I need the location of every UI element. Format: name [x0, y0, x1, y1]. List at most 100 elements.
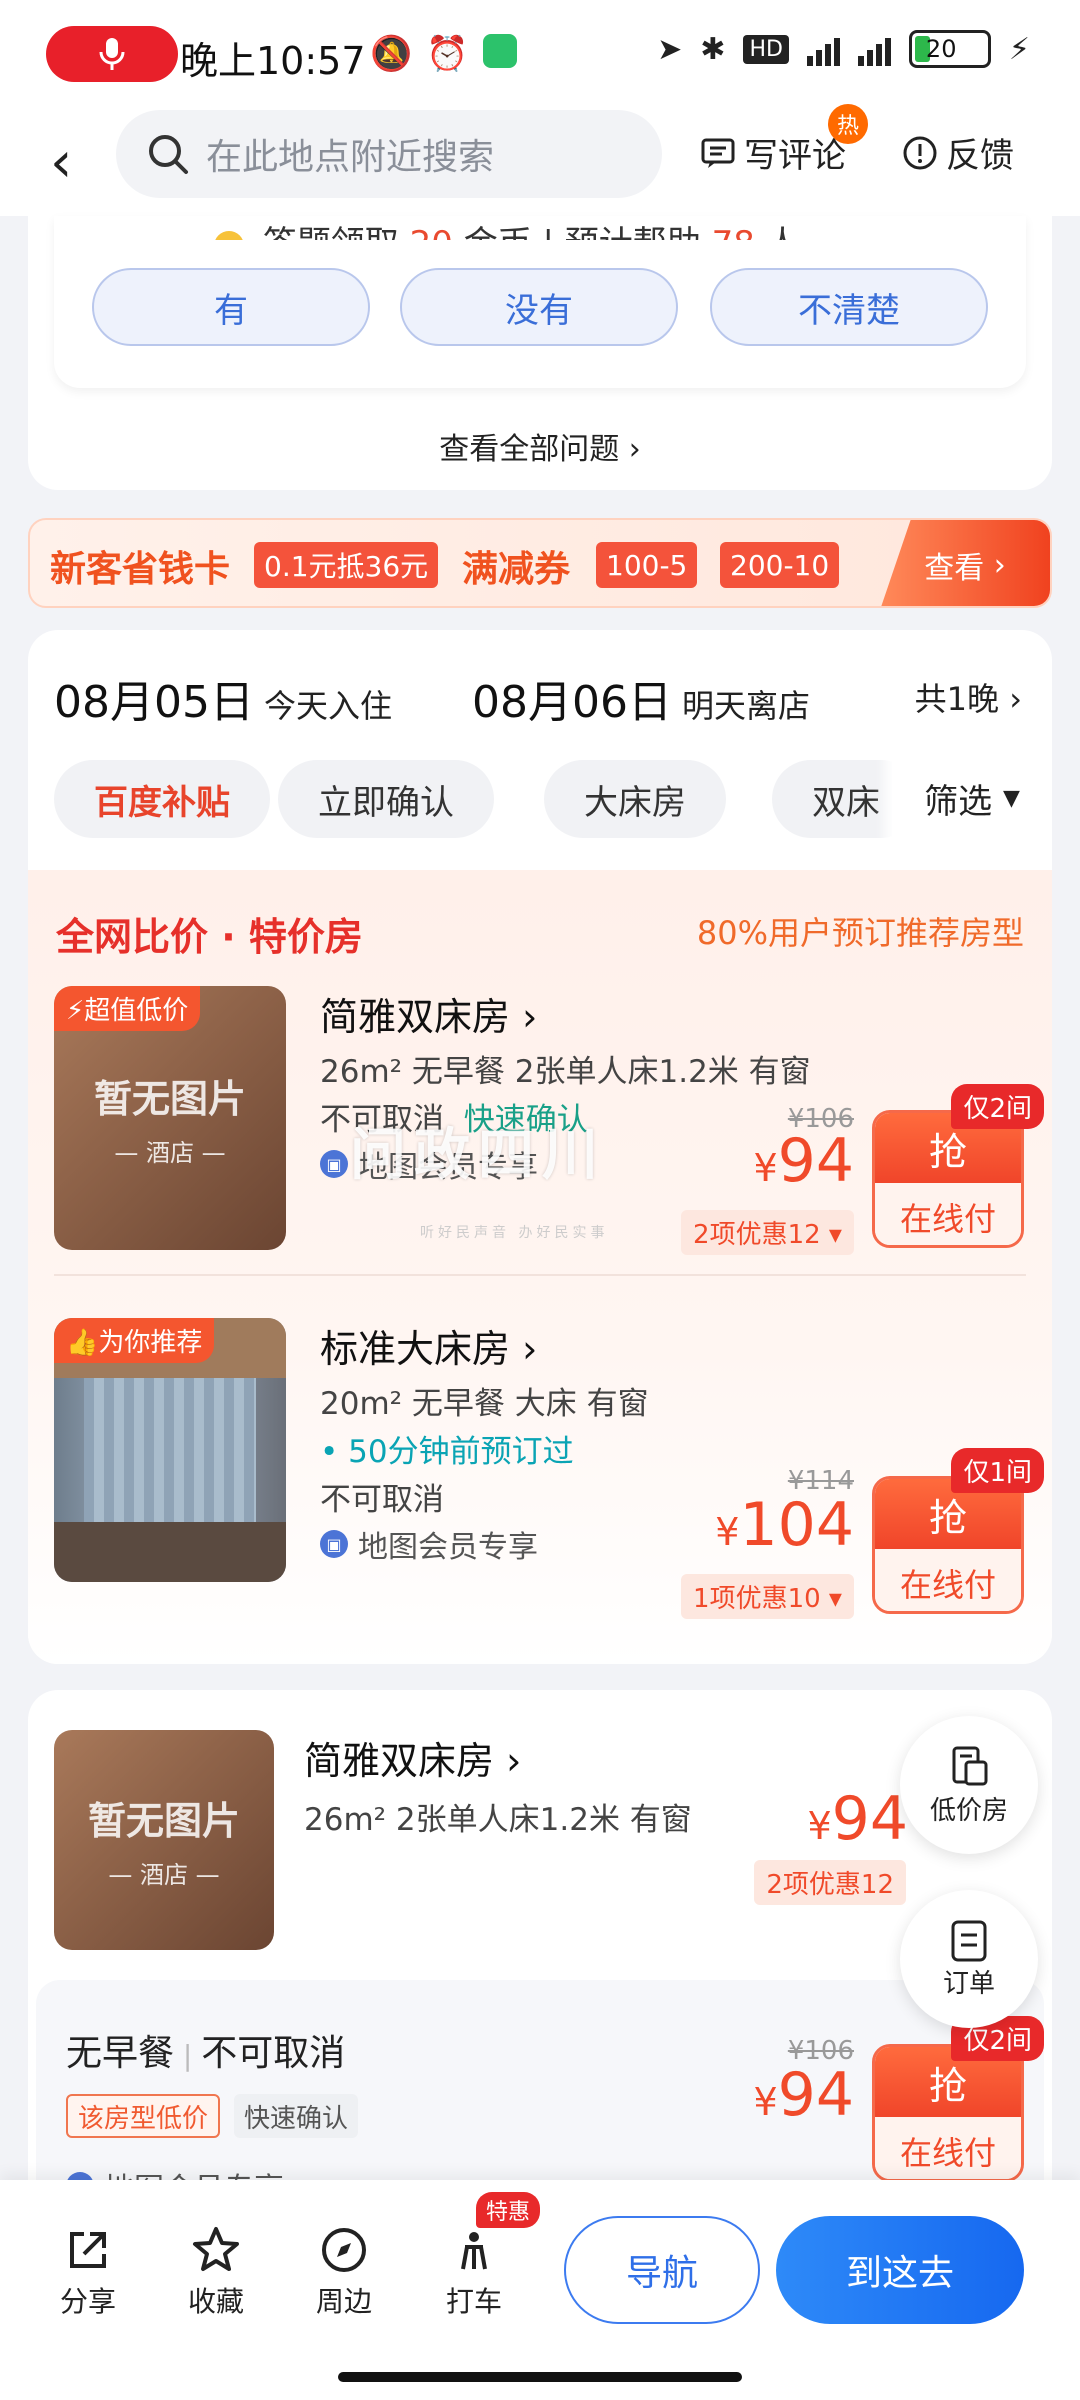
availability-badge: 仅2间: [951, 1084, 1044, 1129]
low-price-tag: 该房型低价: [66, 2094, 221, 2138]
question-inner: 答题领取 20 金币 | 预计帮助 78 人 有 没有 不清楚: [54, 216, 1026, 388]
question-reward-text: 答题领取 20 金币 | 预计帮助 78 人: [214, 216, 800, 240]
member-exclusive: ▣地图会员专享: [320, 1522, 538, 1566]
no-image-placeholder: 暂无图片 — 酒店 —: [87, 1799, 240, 1889]
mute-bell-icon: 🔕: [370, 34, 413, 74]
status-system-icons: ➤ ✱ HD 20 ⚡: [657, 30, 1030, 68]
hd-badge: HD: [743, 34, 789, 64]
gold-coin-icon: [214, 230, 244, 240]
checkout-date[interactable]: 08月06日 明天离店: [472, 666, 810, 730]
alert-icon: [903, 136, 937, 169]
status-notification-icons: 🔕 ⏰: [370, 34, 517, 74]
taxi-icon: [461, 2232, 487, 2270]
share-icon: [70, 2232, 106, 2268]
divider: [54, 1274, 1026, 1276]
help-value: 78: [712, 224, 755, 240]
go-here-button[interactable]: 到这去: [776, 2216, 1024, 2324]
recording-indicator[interactable]: [46, 26, 178, 82]
grab-button[interactable]: 抢 在线付: [872, 2044, 1024, 2182]
room-image[interactable]: 👍为你推荐: [54, 1318, 286, 1582]
discount-tag[interactable]: 1项优惠10 ▾: [681, 1574, 854, 1619]
room-desc: 26m² 无早餐 2张单人床1.2米 有窗: [320, 1054, 811, 1090]
view-all-questions-link[interactable]: 查看全部问题 ›: [28, 424, 1052, 468]
room-curtain: [84, 1378, 256, 1528]
special-rooms-section: 全网比价 · 特价房 80%用户预订推荐房型 暂无图片 — 酒店 — ⚡超值低价 …: [28, 870, 1052, 1664]
recent-booking: • 50分钟前预订过: [320, 1434, 574, 1470]
filter-instant-confirm[interactable]: 立即确认: [278, 760, 494, 838]
promo-chip-1: 0.1元抵36元: [254, 542, 439, 588]
grab-button[interactable]: 抢 在线付: [872, 1110, 1024, 1248]
rate-plan-tags: 该房型低价 快速确认: [66, 2094, 766, 2144]
filter-baidu-subsidy[interactable]: 百度补贴: [54, 760, 270, 838]
battery-icon: 20: [908, 30, 991, 68]
room-desc: 26m² 2张单人床1.2米 有窗: [304, 1802, 692, 1838]
write-review-button[interactable]: 写评论: [700, 128, 846, 177]
home-indicator[interactable]: [338, 2372, 742, 2382]
rate-plan-title: 无早餐 | 不可取消: [66, 2033, 346, 2074]
recommend-badge: 👍为你推荐: [54, 1318, 215, 1363]
status-bar: 晚上10:57 🔕 ⏰ ➤ ✱ HD 20 ⚡: [0, 0, 1080, 110]
signal-icon: [806, 32, 840, 66]
room-item[interactable]: 👍为你推荐 标准大床房 › 20m² 无早餐 大床 有窗 • 50分钟前预订过 …: [28, 1318, 1052, 1638]
room-price: ¥94: [753, 2060, 854, 2130]
promo-banner[interactable]: 新客省钱卡 0.1元抵36元 满减券 100-5 200-10 查看 ›: [28, 518, 1052, 608]
filter-button[interactable]: 筛选 ▼: [892, 748, 1052, 848]
room-image[interactable]: 暂无图片 — 酒店 —: [54, 1730, 274, 1950]
promo-title: 新客省钱卡: [50, 549, 231, 590]
discount-tag[interactable]: 2项优惠12: [754, 1860, 906, 1905]
search-icon: [149, 135, 188, 174]
feedback-button[interactable]: 反馈: [902, 128, 1014, 177]
availability-badge: 仅1间: [951, 1448, 1044, 1493]
grab-button[interactable]: 抢 在线付: [872, 1476, 1024, 1614]
low-price-float-button[interactable]: 低价房: [900, 1716, 1038, 1854]
feedback-label: 反馈: [946, 136, 1014, 176]
bottom-action-bar: 分享 收藏 周边 打车 特惠 导航 到这去: [0, 2180, 1080, 2400]
quick-confirm-tag: 快速确认: [234, 2094, 359, 2138]
chevron-right-icon: ›: [628, 432, 641, 467]
taxi-button[interactable]: 打车: [424, 2220, 524, 2320]
value-badge: ⚡超值低价: [54, 986, 201, 1031]
room-name[interactable]: 简雅双床房 ›: [304, 1730, 521, 1785]
answer-unsure-button[interactable]: 不清楚: [710, 268, 988, 346]
room-image[interactable]: 暂无图片 — 酒店 — ⚡超值低价: [54, 986, 286, 1250]
member-icon: ▣: [320, 1530, 348, 1558]
orders-float-button[interactable]: 订单: [900, 1890, 1038, 2028]
room-price: ¥94: [753, 1126, 854, 1196]
share-button[interactable]: 分享: [38, 2220, 138, 2320]
promo-chip-3: 200-10: [720, 542, 840, 588]
compass-icon: [322, 2228, 366, 2272]
checkin-date[interactable]: 08月05日 今天入住: [54, 666, 392, 730]
promo-title-2: 满减券: [462, 549, 571, 590]
status-time: 晚上10:57: [180, 39, 366, 83]
favorite-button[interactable]: 收藏: [166, 2220, 266, 2320]
room-price: ¥104: [715, 1490, 854, 1560]
location-icon: ➤: [657, 31, 683, 67]
room-name[interactable]: 标准大床房 ›: [320, 1318, 537, 1373]
member-icon: ▣: [320, 1150, 348, 1178]
search-input[interactable]: 在此地点附近搜索: [116, 110, 662, 198]
charging-icon: ⚡: [1008, 31, 1030, 67]
navigate-button[interactable]: 导航: [564, 2216, 760, 2324]
answer-no-button[interactable]: 没有: [400, 268, 678, 346]
answer-yes-button[interactable]: 有: [92, 268, 370, 346]
special-title: 全网比价 · 特价房: [56, 915, 363, 959]
special-offer-badge: 特惠: [476, 2192, 541, 2228]
room-name[interactable]: 简雅双床房 ›: [320, 986, 537, 1041]
nearby-button[interactable]: 周边: [294, 2220, 394, 2320]
question-card: 答题领取 20 金币 | 预计帮助 78 人 有 没有 不清楚 查看全部问题 ›: [28, 216, 1052, 490]
caret-down-icon: ▼: [1002, 785, 1020, 811]
discount-tag[interactable]: 2项优惠12 ▾: [681, 1210, 854, 1255]
back-button[interactable]: ‹: [50, 130, 72, 195]
nights-selector[interactable]: 共1晚 ›: [915, 674, 1022, 720]
room-furniture: [54, 1522, 286, 1582]
room-price: ¥94: [807, 1784, 908, 1854]
comment-icon: [701, 138, 735, 168]
alarm-icon: ⏰: [426, 34, 469, 74]
hot-badge: 热: [828, 104, 868, 144]
promo-view-button[interactable]: 查看 ›: [880, 520, 1050, 606]
filter-king-bed[interactable]: 大床房: [544, 760, 726, 838]
special-recommendation: 80%用户预订推荐房型: [696, 914, 1024, 952]
signal-icon-2: [857, 32, 891, 66]
star-icon: [193, 2227, 239, 2271]
watermark-sub: 听好民声音 办好民实事: [420, 1225, 609, 1241]
